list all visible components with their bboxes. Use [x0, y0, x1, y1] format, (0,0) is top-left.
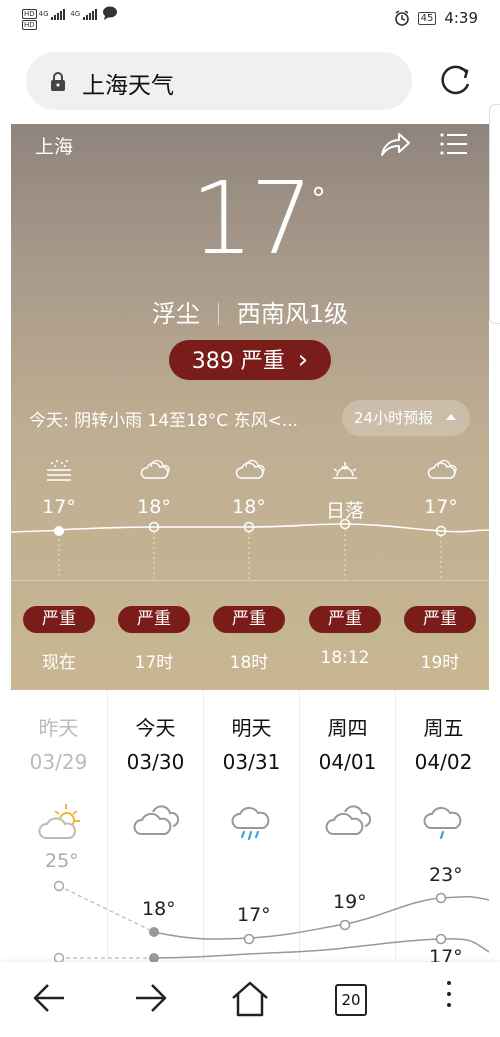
separator — [217, 303, 219, 325]
cloudy-icon — [140, 459, 170, 479]
day-high-temp: 17° — [237, 904, 271, 926]
back-arrow-icon[interactable] — [32, 980, 68, 1016]
lock-icon — [51, 72, 65, 91]
hour-label: 18:12 — [320, 648, 370, 668]
bottom-navigation: 20 — [0, 962, 500, 1037]
search-query: 上海天气 — [82, 73, 174, 99]
caret-up-icon — [446, 414, 456, 420]
day-low-temp: 17° — [429, 946, 463, 962]
hour-label: 17时 — [134, 653, 174, 673]
home-icon[interactable] — [230, 980, 270, 1018]
cloudy-icon — [427, 459, 457, 479]
network-status: HD 4G 4G HD — [22, 6, 118, 31]
hour-temp: 18° — [232, 496, 266, 518]
chevron-right-icon: › — [297, 345, 309, 375]
hour-temp: 日落 — [325, 500, 364, 522]
refresh-icon[interactable] — [436, 62, 474, 100]
hd-badge: HD — [22, 9, 37, 19]
status-bar: HD 4G 4G HD 45 4:39 — [0, 0, 500, 38]
hour-aqi-badge: 严重 — [23, 606, 95, 633]
day-high-temp: 23° — [429, 864, 463, 886]
hour-label: 18时 — [229, 653, 269, 673]
search-row: 上海天气 — [0, 38, 500, 124]
signal-icon — [51, 9, 66, 20]
hour-temp: 18° — [137, 496, 171, 518]
city-name: 上海 — [35, 136, 74, 158]
day-high-temp: 18° — [142, 898, 176, 920]
network-type: 4G — [38, 10, 49, 18]
share-icon[interactable] — [379, 130, 411, 158]
network-type-2: 4G — [70, 10, 81, 18]
tabs-button[interactable]: 20 — [335, 984, 367, 1016]
aqi-level: 严重 — [240, 349, 285, 374]
hour-label: 19时 — [420, 653, 460, 673]
signal-icon-2 — [83, 9, 98, 20]
message-icon — [102, 6, 117, 20]
weather-condition: 浮尘 — [151, 300, 200, 328]
aqi-badge[interactable]: 389 严重 › — [169, 340, 331, 380]
hourly-forecast: 17° 18° 18° 日落 17° — [11, 454, 489, 594]
wind-info: 西南风1级 — [236, 300, 349, 328]
clock: 4:39 — [444, 9, 478, 27]
hour-aqi-badge: 严重 — [309, 606, 381, 633]
forecast-button-label: 24小时预报 — [354, 409, 434, 427]
weather-card[interactable]: 上海 17 ° 浮尘 西南风1级 389 严重 › 今天: 阴转小雨 14至18°… — [11, 124, 489, 690]
forecast-24h-button[interactable]: 24小时预报 — [342, 400, 470, 436]
hd-badge-2: HD — [22, 20, 37, 30]
scroll-handle[interactable] — [489, 104, 500, 324]
menu-list-icon[interactable] — [439, 130, 469, 158]
current-temperature: 17 — [190, 160, 313, 277]
hour-label: 现在 — [42, 653, 76, 673]
more-options-icon[interactable] — [447, 981, 451, 1014]
status-right: 45 4:39 — [394, 9, 478, 27]
search-input[interactable]: 上海天气 — [26, 52, 412, 110]
battery-indicator: 45 — [417, 11, 437, 25]
today-summary: 今天: 阴转小雨 14至18°C 东风<... — [29, 411, 299, 431]
cloudy-icon — [235, 459, 265, 479]
condition-line: 浮尘 西南风1级 — [11, 294, 489, 329]
hour-aqi-badge: 严重 — [118, 606, 190, 633]
hour-aqi-badge: 严重 — [213, 606, 285, 633]
daily-forecast: 昨天 03/29 今天 03/30 明天 03/31 周四 04/01 周五 0… — [11, 690, 489, 962]
aqi-value: 389 — [191, 349, 234, 374]
day-high-temp: 19° — [333, 891, 367, 913]
divider — [11, 580, 489, 581]
alarm-icon — [394, 10, 409, 26]
haze-icon — [47, 460, 71, 481]
hour-aqi-badge: 严重 — [404, 606, 476, 633]
degree-symbol: ° — [311, 182, 326, 217]
forward-arrow-icon[interactable] — [132, 980, 168, 1016]
hour-temp: 17° — [424, 496, 458, 518]
hour-temp: 17° — [42, 496, 76, 518]
day-high-temp: 25° — [45, 850, 79, 872]
sunset-icon — [333, 462, 357, 479]
